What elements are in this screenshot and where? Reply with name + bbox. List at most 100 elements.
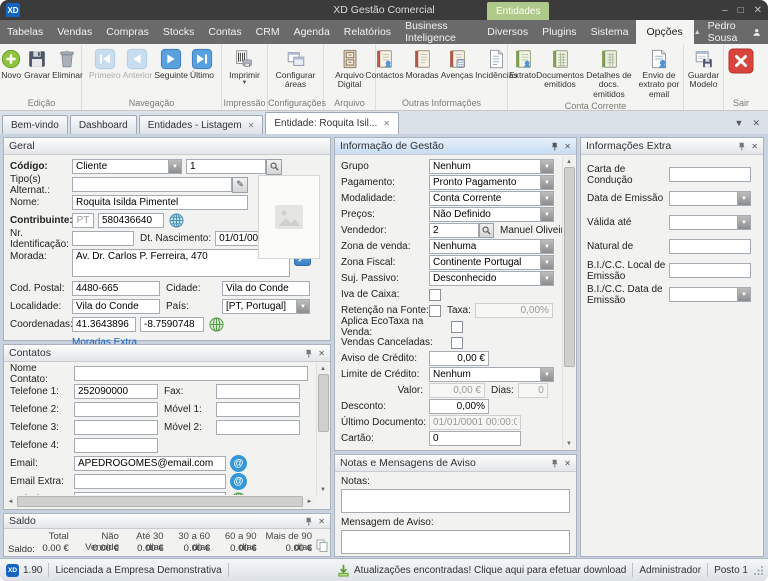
search-icon[interactable] bbox=[479, 223, 494, 238]
gestao-vertical-scrollbar[interactable]: ▲ ▼ bbox=[562, 156, 575, 449]
sair-button[interactable] bbox=[727, 47, 755, 75]
fax-field[interactable] bbox=[216, 384, 300, 399]
panel-close-icon[interactable]: ✕ bbox=[751, 142, 758, 151]
latitude-field[interactable] bbox=[72, 317, 136, 332]
panel-close-icon[interactable]: ✕ bbox=[318, 349, 325, 358]
scroll-down-icon[interactable]: ▼ bbox=[563, 438, 575, 449]
menu-diversos[interactable]: Diversos bbox=[480, 20, 535, 44]
scroll-left-icon[interactable]: ◄ bbox=[5, 496, 16, 507]
menu-vendas[interactable]: Vendas bbox=[50, 20, 99, 44]
limite-credito-select[interactable]: Nenhum▼ bbox=[429, 367, 554, 382]
longitude-field[interactable] bbox=[140, 317, 204, 332]
valor-field[interactable] bbox=[429, 383, 485, 398]
pin-icon[interactable] bbox=[305, 349, 313, 358]
panel-close-icon[interactable]: ✕ bbox=[564, 459, 571, 468]
telefone3-field[interactable] bbox=[74, 420, 158, 435]
guardar-modelo-button[interactable]: Guardar Modelo bbox=[684, 47, 723, 91]
novo-button[interactable]: Novo bbox=[0, 47, 23, 81]
gravar-button[interactable]: Gravar bbox=[23, 47, 51, 81]
vendedor-field[interactable] bbox=[429, 223, 479, 238]
tab-opcoes[interactable]: Opções bbox=[636, 20, 694, 44]
valida-ate-select[interactable]: ▼ bbox=[669, 215, 751, 230]
modalidade-select[interactable]: Conta Corrente▼ bbox=[429, 191, 554, 206]
zona-venda-select[interactable]: Nenhuma▼ bbox=[429, 239, 554, 254]
aviso-credito-field[interactable] bbox=[429, 351, 489, 366]
scroll-down-icon[interactable]: ▼ bbox=[317, 484, 329, 495]
email-at-icon[interactable]: @ bbox=[230, 455, 247, 472]
coordinates-globe-icon[interactable] bbox=[208, 316, 225, 333]
primeiro-button[interactable]: Primeiro bbox=[88, 47, 122, 81]
menu-sistema[interactable]: Sistema bbox=[584, 20, 636, 44]
configurar-areas-button[interactable]: Configurar áreas bbox=[268, 47, 323, 91]
telefone1-field[interactable] bbox=[74, 384, 158, 399]
tab-close-icon[interactable]: ✕ bbox=[383, 119, 390, 128]
ultimo-documento-field[interactable] bbox=[429, 415, 521, 430]
resize-grip[interactable] bbox=[754, 565, 764, 575]
telefone2-field[interactable] bbox=[74, 402, 158, 417]
context-tab-entidades[interactable]: Entidades bbox=[487, 2, 549, 20]
avencas-button[interactable]: Avenças bbox=[440, 47, 474, 81]
email-extra-at-icon[interactable]: @ bbox=[230, 473, 247, 490]
telefone4-field[interactable] bbox=[74, 438, 158, 453]
copy-icon[interactable] bbox=[316, 539, 328, 555]
collapse-ribbon-icon[interactable]: ▲ bbox=[694, 29, 701, 36]
contribuinte-field[interactable] bbox=[98, 213, 164, 228]
menu-tabelas[interactable]: Tabelas bbox=[0, 20, 50, 44]
codigo-field[interactable] bbox=[186, 159, 266, 174]
menu-relatorios[interactable]: Relatórios bbox=[337, 20, 398, 44]
iva-caixa-checkbox[interactable] bbox=[429, 289, 441, 301]
scroll-up-icon[interactable]: ▲ bbox=[563, 156, 575, 167]
tab-strip-close-icon[interactable]: ✕ bbox=[752, 118, 760, 129]
localidade-field[interactable] bbox=[72, 299, 160, 314]
user-icon[interactable] bbox=[753, 26, 760, 39]
bi-local-emissao-field[interactable] bbox=[669, 263, 751, 278]
tipos-alternat-field[interactable] bbox=[72, 177, 232, 192]
menu-crm[interactable]: CRM bbox=[249, 20, 287, 44]
nome-field[interactable] bbox=[72, 195, 248, 210]
maximize-button[interactable]: □ bbox=[738, 5, 744, 16]
grupo-select[interactable]: Nenhum▼ bbox=[429, 159, 554, 174]
contatos-horizontal-scrollbar[interactable]: ◄ ► bbox=[5, 495, 315, 508]
pin-icon[interactable] bbox=[551, 142, 559, 151]
movel2-field[interactable] bbox=[216, 420, 300, 435]
natural-de-field[interactable] bbox=[669, 239, 751, 254]
contribuinte-pais-field[interactable] bbox=[72, 213, 94, 228]
desconto-field[interactable] bbox=[429, 399, 489, 414]
codigo-tipo-select[interactable]: Cliente▼ bbox=[72, 159, 182, 174]
contatos-vertical-scrollbar[interactable]: ▲ ▼ bbox=[316, 363, 329, 495]
imprimir-button[interactable]: Imprimir ▼ bbox=[228, 47, 261, 88]
pagamento-select[interactable]: Pronto Pagamento▼ bbox=[429, 175, 554, 190]
tab-close-icon[interactable]: ✕ bbox=[248, 121, 255, 130]
menu-contas[interactable]: Contas bbox=[201, 20, 248, 44]
nr-identificacao-field[interactable] bbox=[72, 231, 134, 246]
dias-field[interactable] bbox=[518, 383, 548, 398]
pin-icon[interactable] bbox=[551, 459, 559, 468]
email-extra-field[interactable] bbox=[74, 474, 226, 489]
eliminar-button[interactable]: Eliminar bbox=[51, 47, 84, 81]
validate-vat-globe-icon[interactable] bbox=[168, 212, 185, 229]
panel-close-icon[interactable]: ✕ bbox=[564, 142, 571, 151]
nome-contato-field[interactable] bbox=[74, 366, 308, 381]
tab-entidade-roquita[interactable]: Entidade: Roquita Isil...✕ bbox=[265, 112, 399, 134]
update-notice-link[interactable]: Atualizações encontradas! Clique aqui pa… bbox=[354, 565, 626, 576]
panel-close-icon[interactable]: ✕ bbox=[318, 517, 325, 526]
edit-pencil-icon[interactable]: ✎ bbox=[232, 177, 248, 193]
data-emissao-select[interactable]: ▼ bbox=[669, 191, 751, 206]
movel1-field[interactable] bbox=[216, 402, 300, 417]
cod-postal-field[interactable] bbox=[72, 281, 160, 296]
tab-dashboard[interactable]: Dashboard bbox=[70, 115, 137, 134]
detalhes-docs-button[interactable]: Detalhes de docs. emitidos bbox=[583, 47, 635, 100]
carta-conducao-field[interactable] bbox=[669, 167, 751, 182]
suj-passivo-select[interactable]: Desconhecido▼ bbox=[429, 271, 554, 286]
seguinte-button[interactable]: Seguinte bbox=[153, 47, 189, 81]
precos-select[interactable]: Não Definido▼ bbox=[429, 207, 554, 222]
menu-agenda[interactable]: Agenda bbox=[287, 20, 337, 44]
menu-plugins[interactable]: Plugins bbox=[535, 20, 583, 44]
vendas-canceladas-checkbox[interactable] bbox=[451, 337, 463, 349]
entity-photo-placeholder[interactable] bbox=[258, 175, 320, 259]
tab-entidades-listagem[interactable]: Entidades - Listagem✕ bbox=[139, 115, 264, 134]
menu-compras[interactable]: Compras bbox=[99, 20, 156, 44]
contactos-button[interactable]: Contactos bbox=[364, 47, 404, 81]
close-button[interactable]: ✕ bbox=[754, 5, 762, 16]
tab-list-dropdown-icon[interactable]: ▼ bbox=[735, 118, 744, 129]
